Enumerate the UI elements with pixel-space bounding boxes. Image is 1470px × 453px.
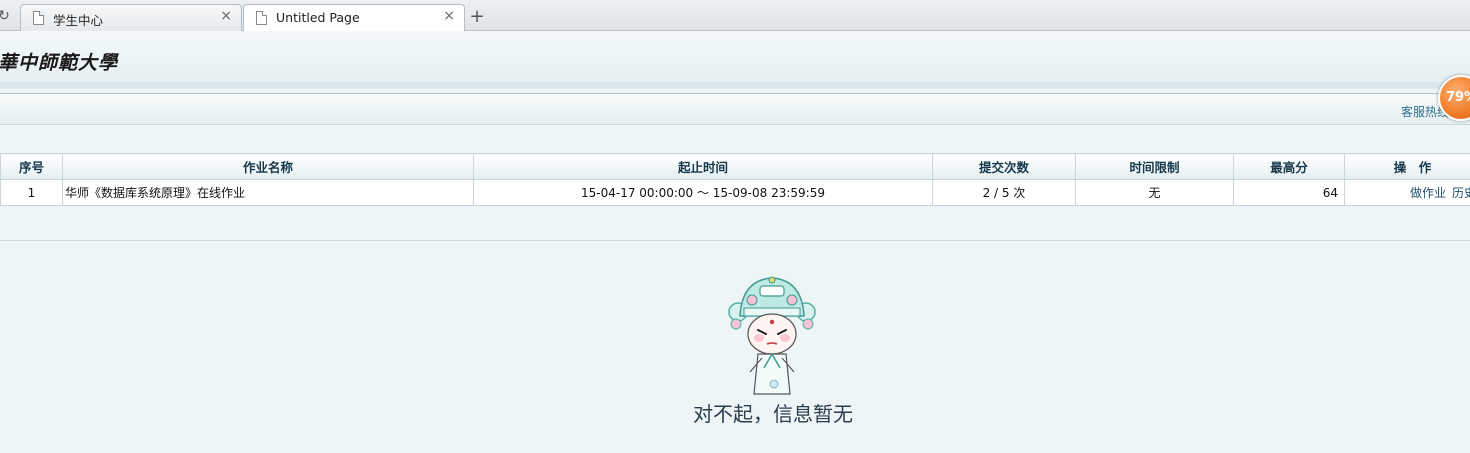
close-icon[interactable]: × (443, 8, 455, 24)
tab-untitled-page[interactable]: Untitled Page × (243, 4, 465, 32)
submit-count: 2 / 5 次 (932, 179, 1076, 206)
sub-navigation-bar (0, 94, 1470, 125)
university-logo: 華中師範大學 (0, 52, 119, 74)
new-tab-button[interactable]: + (466, 6, 488, 28)
column-header-actions: 操 作 (1344, 153, 1470, 180)
row-actions: 做作业历史 (1344, 179, 1470, 206)
opera-mascot-illustration (728, 276, 816, 395)
column-header-index: 序号 (0, 153, 63, 180)
column-header-period: 起止时间 (473, 153, 933, 180)
page-icon (256, 11, 267, 25)
column-header-top-score: 最高分 (1233, 153, 1345, 180)
reload-icon[interactable]: ↻ (0, 8, 12, 24)
tab-title: Untitled Page (276, 10, 360, 25)
tab-title: 学生中心 (53, 13, 104, 28)
assignment-name: 华师《数据库系统原理》在线作业 (62, 179, 474, 206)
row-index: 1 (0, 179, 63, 206)
history-link[interactable]: 历史 (1452, 186, 1470, 200)
column-header-name: 作业名称 (62, 153, 474, 180)
time-limit: 无 (1075, 179, 1234, 206)
column-header-time-limit: 时间限制 (1075, 153, 1234, 180)
header-divider (0, 82, 1470, 88)
column-header-submits: 提交次数 (932, 153, 1076, 180)
browser-tab-strip: ↻ 学生中心 × Untitled Page × + (0, 0, 1470, 32)
do-homework-link[interactable]: 做作业 (1410, 186, 1446, 200)
assignment-table: 序号 作业名称 起止时间 提交次数 时间限制 最高分 操 作 1 华师《数据库系… (0, 153, 1470, 206)
page-header: 華中師範大學 (0, 31, 1470, 89)
top-score: 64 (1233, 179, 1345, 206)
content-divider (0, 240, 1470, 241)
assignment-period: 15-04-17 00:00:00 ～ 15-09-08 23:59:59 (473, 179, 933, 206)
page-icon (33, 11, 44, 25)
close-icon[interactable]: × (220, 8, 232, 24)
tab-student-center[interactable]: 学生中心 × (20, 4, 242, 31)
table-header-row: 序号 作业名称 起止时间 提交次数 时间限制 最高分 操 作 (0, 153, 1470, 180)
empty-state-message: 对不起，信息暂无 (693, 402, 853, 426)
table-row: 1 华师《数据库系统原理》在线作业 15-04-17 00:00:00 ～ 15… (0, 179, 1470, 206)
